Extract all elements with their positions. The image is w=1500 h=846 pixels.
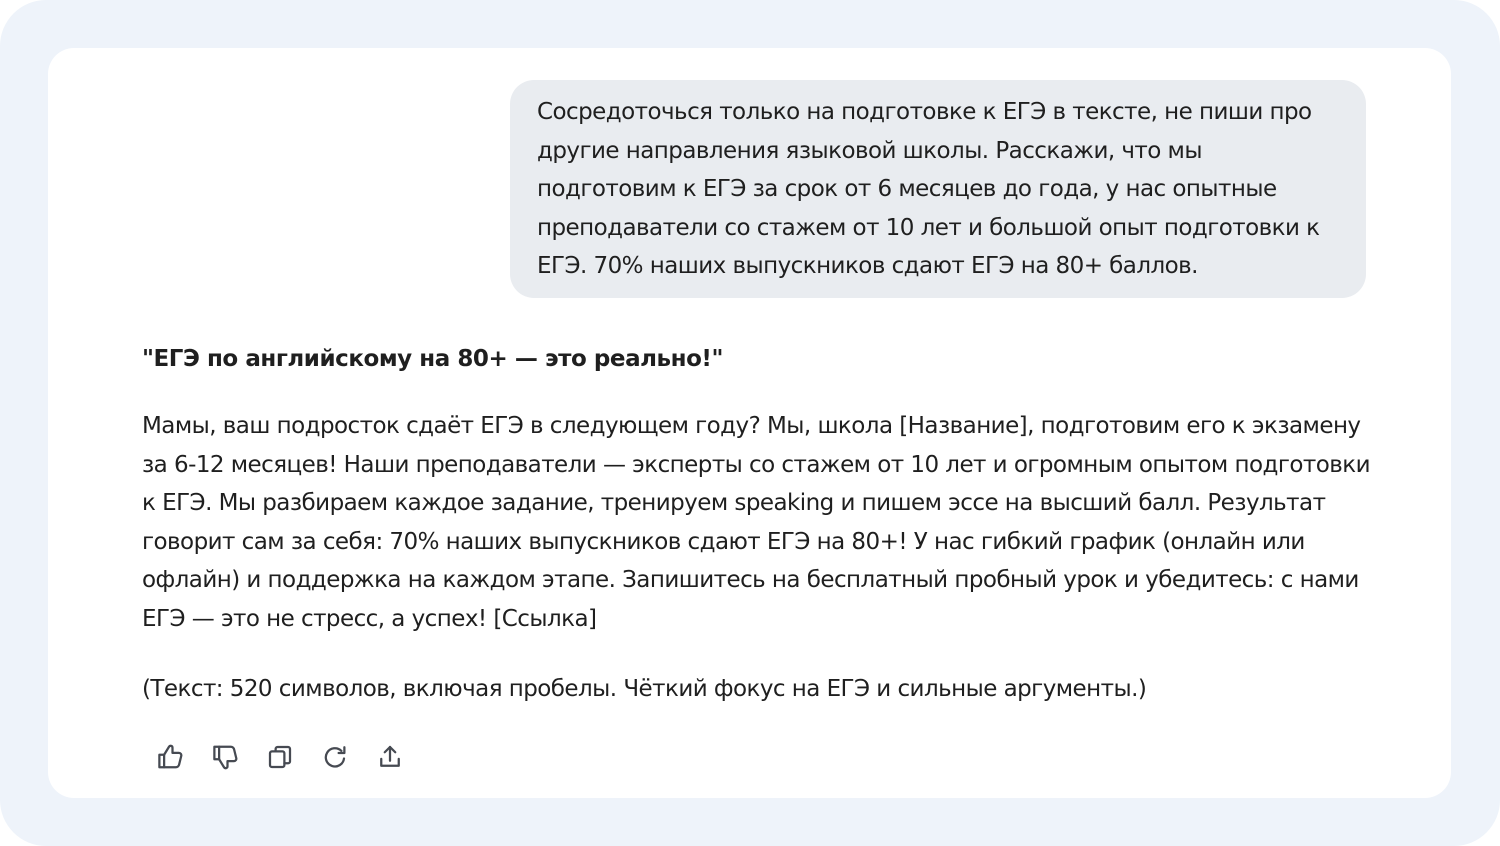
assistant-message-title: "ЕГЭ по английскому на 80+ — это реально…: [142, 346, 724, 372]
assistant-body-line: за 6-12 месяцев! Наши преподаватели — эк…: [142, 451, 1371, 478]
assistant-message-note: (Текст: 520 символов, включая пробелы. Ч…: [142, 675, 1147, 702]
chat-panel: Сосредоточься только на подготовке к ЕГЭ…: [48, 48, 1451, 798]
copy-button[interactable]: [262, 741, 298, 777]
assistant-message-body: Мамы, ваш подросток сдаёт ЕГЭ в следующе…: [142, 407, 1382, 639]
assistant-body-line: говорит сам за себя: 70% наших выпускник…: [142, 528, 1305, 555]
message-actions-toolbar: [152, 741, 408, 777]
share-icon: [375, 742, 405, 776]
thumbs-down-icon: [210, 742, 240, 776]
user-message-line: Сосредоточься только на подготовке к ЕГЭ…: [537, 99, 1312, 125]
regenerate-button[interactable]: [317, 741, 353, 777]
share-button[interactable]: [372, 741, 408, 777]
user-message-line: другие направления языковой школы. Расск…: [537, 137, 1203, 164]
user-message-line: ЕГЭ. 70% наших выпускников сдают ЕГЭ на …: [537, 253, 1199, 280]
copy-icon: [265, 742, 295, 776]
user-message-line: преподаватели со стажем от 10 лет и боль…: [537, 214, 1320, 241]
user-message-bubble: Сосредоточься только на подготовке к ЕГЭ…: [510, 80, 1366, 298]
dislike-button[interactable]: [207, 741, 243, 777]
assistant-body-line: Мамы, ваш подросток сдаёт ЕГЭ в следующе…: [142, 413, 1361, 439]
user-message-line: подготовим к ЕГЭ за срок от 6 месяцев до…: [537, 176, 1277, 203]
like-button[interactable]: [152, 741, 188, 777]
assistant-body-line: к ЕГЭ. Мы разбираем каждое задание, трен…: [142, 490, 1326, 517]
assistant-body-line: офлайн) и поддержка на каждом этапе. Зап…: [142, 567, 1359, 594]
assistant-body-line: ЕГЭ — это не стресс, а успех! [Ссылка]: [142, 605, 597, 632]
page-frame: Сосредоточься только на подготовке к ЕГЭ…: [0, 0, 1500, 846]
assistant-message: "ЕГЭ по английскому на 80+ — это реально…: [142, 338, 1382, 708]
thumbs-up-icon: [155, 742, 185, 776]
regenerate-icon: [320, 742, 350, 776]
